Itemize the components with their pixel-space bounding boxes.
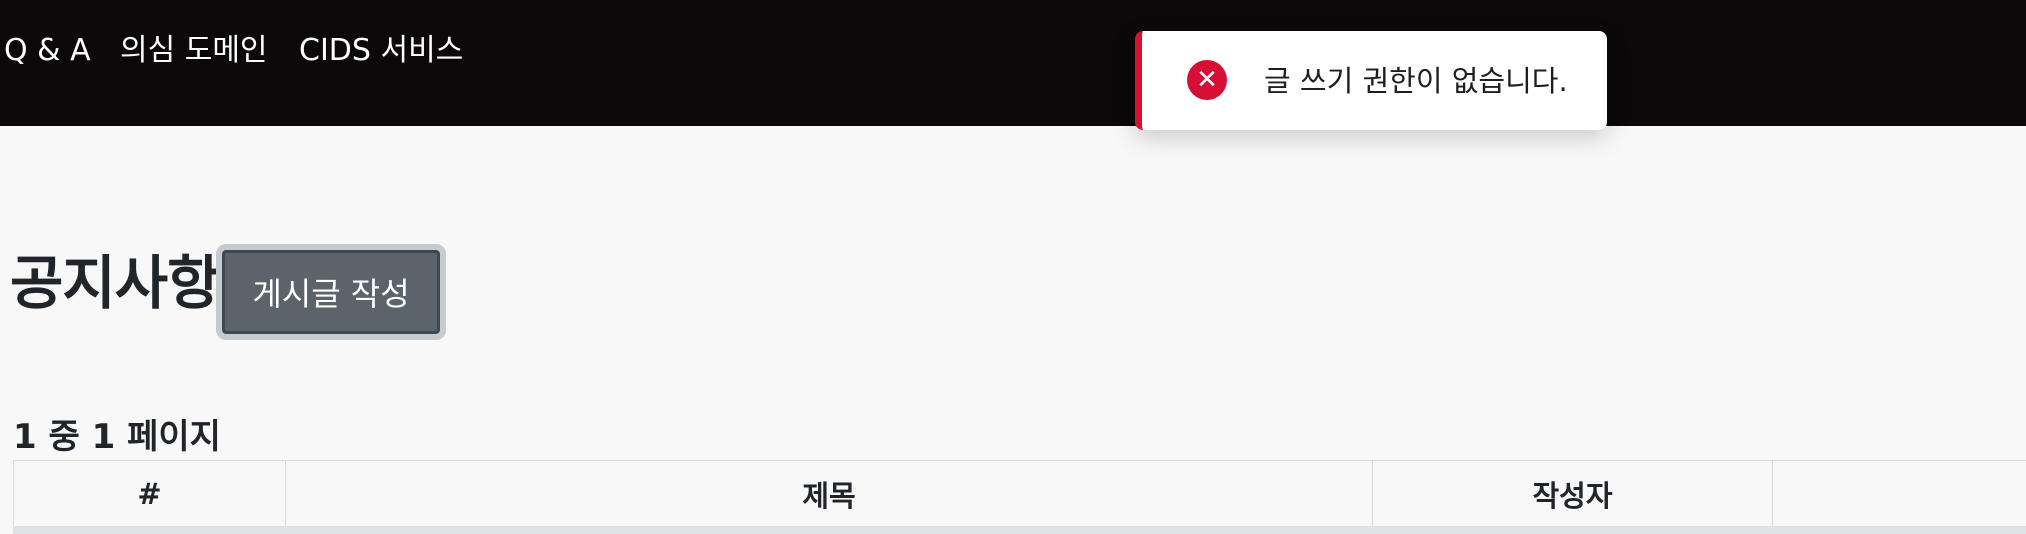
write-post-button-label: 게시글 작성 xyxy=(222,250,440,334)
column-header-number[interactable]: # xyxy=(13,460,286,528)
toast-message: 글 쓰기 권한이 없습니다. xyxy=(1264,64,1568,98)
nav-link-cids-service[interactable]: CIDS 서비스 xyxy=(299,30,463,72)
table-header-divider xyxy=(13,526,2026,534)
top-navbar: Q & A 의심 도메인 CIDS 서비스 xyxy=(0,0,2026,126)
column-header-extra[interactable] xyxy=(1772,460,2026,528)
column-header-title[interactable]: 제목 xyxy=(285,460,1373,528)
notice-table: # 제목 작성자 xyxy=(13,460,2026,534)
nav-link-qa[interactable]: Q & A xyxy=(4,30,91,72)
table-header-row: # 제목 작성자 xyxy=(13,460,2026,528)
nav-link-suspicious-domain[interactable]: 의심 도메인 xyxy=(120,30,268,72)
write-post-button[interactable]: 게시글 작성 xyxy=(216,244,446,340)
page-title: 공지사항 xyxy=(10,249,220,317)
error-x-icon: ✕ xyxy=(1187,60,1227,100)
column-header-author[interactable]: 작성자 xyxy=(1372,460,1773,528)
page-info: 1 중 1 페이지 xyxy=(13,417,221,457)
error-toast: ✕ 글 쓰기 권한이 없습니다. xyxy=(1135,31,1607,130)
